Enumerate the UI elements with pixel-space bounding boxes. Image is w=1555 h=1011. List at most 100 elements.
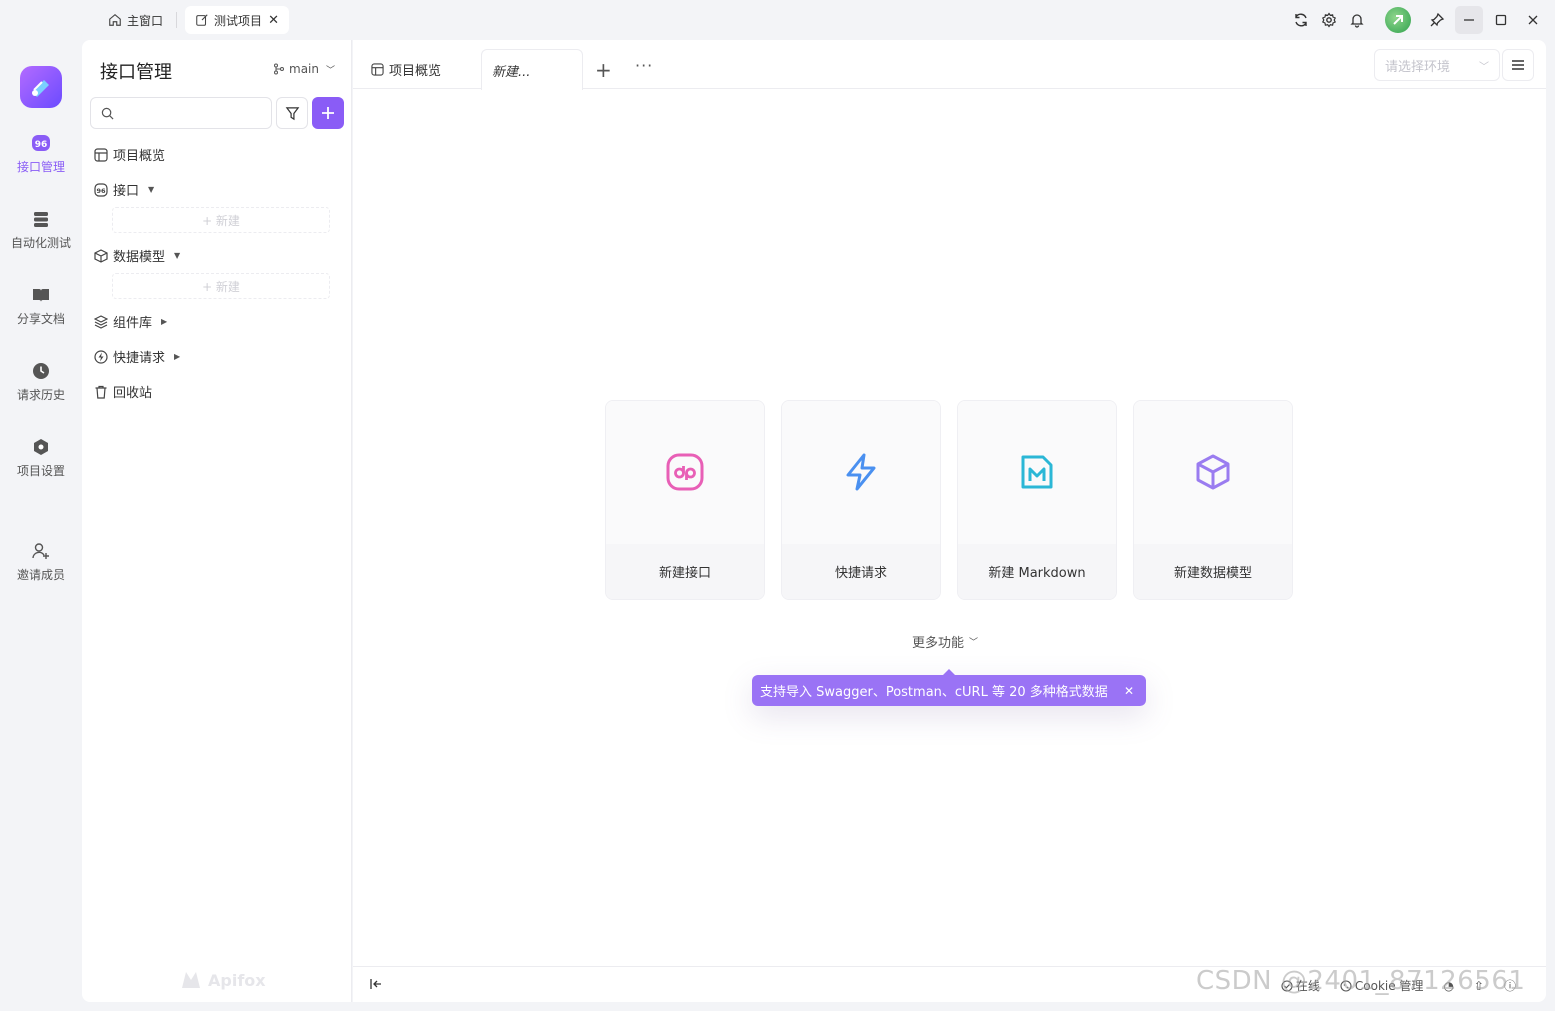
close-icon[interactable]: ✕ (1124, 684, 1134, 698)
window-tab-label: 主窗口 (127, 13, 164, 28)
lightning-circle-icon (94, 349, 108, 364)
add-tab-button[interactable]: + (595, 58, 612, 82)
cube-icon (1196, 454, 1230, 490)
hamburger-icon (1512, 60, 1524, 70)
window-tab-project[interactable]: 测试项目 ✕ (185, 6, 289, 34)
window-tab-home[interactable]: 主窗口 (98, 6, 173, 34)
card-new-api[interactable]: 新建接口 (605, 400, 765, 600)
nav-item-label: 接口管理 (16, 160, 65, 174)
notification-button[interactable] (1343, 6, 1371, 34)
collapse-left-icon (370, 979, 381, 989)
nav-item-label: 分享文档 (16, 312, 65, 326)
refresh-button[interactable] (1287, 6, 1315, 34)
user-add-icon (32, 543, 49, 559)
card-label: 新建接口 (606, 543, 764, 599)
card-label: 快捷请求 (782, 543, 940, 599)
sidebar: 接口管理 main ﹀ 项目概览 96 接口 ▼ + 新建 数据模型 ▼ + 新… (82, 40, 352, 1002)
api-icon (666, 453, 704, 491)
api-icon: 96 (94, 182, 108, 197)
minimize-button[interactable] (1455, 6, 1483, 34)
plus-icon (322, 107, 334, 119)
avatar-icon (1393, 15, 1403, 25)
tree-item-trash[interactable]: 回收站 (94, 382, 152, 401)
card-new-markdown[interactable]: 新建 Markdown (957, 400, 1117, 600)
menu-button[interactable] (1502, 49, 1534, 81)
tab-new[interactable]: 新建... (481, 49, 583, 90)
pin-icon (1430, 12, 1445, 27)
tab-separator (176, 12, 177, 28)
search-icon (101, 107, 114, 119)
branch-label: main (289, 62, 319, 76)
avatar[interactable] (1385, 7, 1411, 33)
nav-item-settings[interactable]: 项目设置 (0, 438, 82, 479)
card-quick-request[interactable]: 快捷请求 (781, 400, 941, 600)
close-icon[interactable]: ✕ (268, 13, 279, 28)
add-button[interactable] (312, 97, 344, 129)
tree-item-label: 项目概览 (113, 149, 166, 164)
tree-item-components[interactable]: 组件库 ▶ (94, 312, 167, 331)
caret-down-icon[interactable]: ▼ (174, 251, 180, 260)
trash-icon (95, 385, 107, 399)
tree-item-overview[interactable]: 项目概览 (94, 145, 165, 164)
caret-down-icon[interactable]: ▼ (148, 185, 154, 194)
collapse-sidebar-button[interactable] (369, 977, 383, 995)
editor-tabs: 项目概览 新建... + ··· 请选择环境 ﹀ (353, 40, 1546, 90)
card-label: 新建数据模型 (1134, 543, 1292, 599)
maximize-button[interactable] (1487, 6, 1515, 34)
new-model-slot[interactable]: + 新建 (112, 273, 330, 299)
more-tabs-button[interactable]: ··· (635, 56, 653, 75)
left-nav: 96 接口管理 自动化测试 分享文档 请求历史 项目设置 邀请成员 (0, 40, 82, 1011)
branch-selector[interactable]: main ﹀ (273, 62, 335, 76)
tree-item-quick-request[interactable]: 快捷请求 ▶ (94, 347, 180, 366)
more-features-button[interactable]: 更多功能 ﹀ (912, 632, 978, 651)
tree-item-data-model[interactable]: 数据模型 ▼ (94, 246, 180, 265)
app-logo[interactable] (20, 66, 62, 108)
pin-button[interactable] (1423, 6, 1451, 34)
bell-icon (1350, 14, 1364, 28)
svg-text:96: 96 (96, 187, 106, 195)
tab-overview[interactable]: 项目概览 (361, 49, 479, 89)
nav-item-api-management[interactable]: 96 接口管理 (0, 134, 82, 175)
tree-item-label: 接口 (113, 184, 140, 199)
apifox-logo-icon (182, 972, 200, 988)
layers-icon (34, 212, 48, 227)
lightning-icon (846, 453, 876, 491)
brand-watermark: Apifox (180, 970, 266, 990)
environment-placeholder: 请选择环境 (1385, 59, 1451, 75)
tree-item-label: 组件库 (113, 316, 153, 331)
nav-item-invite[interactable]: 邀请成员 (0, 542, 82, 583)
nav-item-history[interactable]: 请求历史 (0, 362, 82, 403)
maximize-icon (1495, 14, 1507, 26)
environment-select[interactable]: 请选择环境 ﹀ (1374, 49, 1500, 81)
cube-icon (94, 248, 108, 263)
caret-right-icon[interactable]: ▶ (174, 352, 180, 361)
chevron-down-icon: ﹀ (1479, 61, 1489, 73)
tooltip-text: 支持导入 Swagger、Postman、cURL 等 20 多种格式数据 (760, 685, 1108, 700)
card-label: 新建 Markdown (958, 543, 1116, 599)
gear-icon (1321, 12, 1337, 28)
nav-item-label: 邀请成员 (16, 568, 65, 582)
nav-item-label: 请求历史 (16, 388, 65, 402)
search-box[interactable] (90, 97, 272, 129)
book-icon (33, 289, 49, 302)
branch-icon (274, 63, 284, 75)
tree-item-label: 快捷请求 (113, 351, 166, 366)
hexagon-settings-icon (34, 439, 48, 455)
filter-button[interactable] (276, 97, 308, 129)
csdn-watermark: CSDN @2401_87126561 (1196, 966, 1526, 996)
nav-item-share-docs[interactable]: 分享文档 (0, 286, 82, 327)
nav-item-auto-test[interactable]: 自动化测试 (0, 210, 82, 251)
close-window-button[interactable] (1519, 6, 1547, 34)
card-new-data-model[interactable]: 新建数据模型 (1133, 400, 1293, 600)
apifox-logo-icon (32, 80, 49, 97)
tree-item-api[interactable]: 96 接口 ▼ (94, 180, 154, 199)
quick-create-cards: 新建接口 快捷请求 新建 Markdown 新建数据模型 (605, 400, 1293, 600)
sidebar-title: 接口管理 (100, 62, 172, 83)
chevron-down-icon: ﹀ (969, 638, 979, 648)
settings-button[interactable] (1315, 6, 1343, 34)
caret-right-icon[interactable]: ▶ (161, 317, 167, 326)
new-api-slot[interactable]: + 新建 (112, 207, 330, 233)
search-input[interactable] (120, 106, 260, 120)
overview-icon (94, 147, 108, 162)
main-panel: 项目概览 新建... + ··· 请选择环境 ﹀ 新建接口 快捷请求 新建 Ma… (353, 40, 1546, 1002)
